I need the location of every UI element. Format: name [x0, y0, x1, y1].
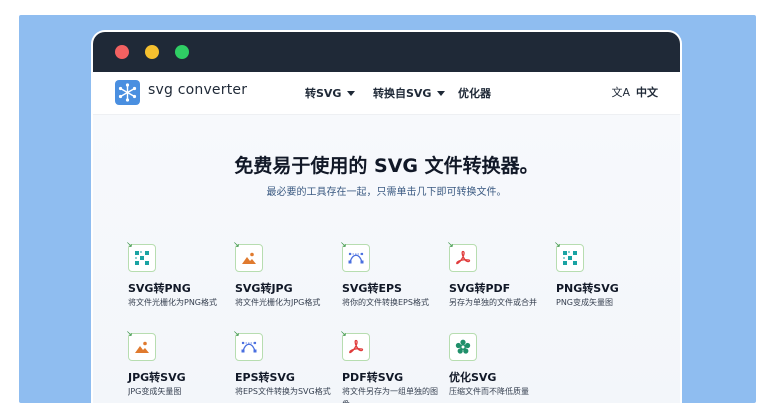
translate-icon: 文A — [611, 86, 630, 99]
nav-optimizer[interactable]: 优化器 — [458, 85, 491, 101]
tool-icon-frame — [449, 333, 477, 361]
flower-icon — [455, 339, 471, 354]
hero-subtitle: 最必要的工具存在一起，只需单击几下即可转换文件。 — [266, 187, 507, 198]
arrow-icon: ↘ — [554, 240, 561, 249]
maximize-window-button[interactable] — [175, 45, 189, 59]
grid-icon — [563, 251, 577, 265]
logo-text[interactable]: svg converter — [148, 82, 247, 98]
tool-card-svg-to-png[interactable]: ↘ SVG转PNG 将文件光栅化为PNG格式 — [126, 240, 233, 314]
tool-card-svg-to-eps[interactable]: ↘ SVG转EPS 将你的文件转换EPS格式 — [340, 240, 447, 314]
tool-description: 压缩文件而不降低质量 — [449, 387, 529, 396]
tool-description: 另存为单独的文件或合并 — [449, 298, 537, 307]
snowflake-icon — [118, 83, 137, 102]
tool-icon-frame: ↘ — [233, 329, 263, 361]
browser-window: svg converter 转SVG 转换自SVG 优化器 文A 中文 免费易于使… — [93, 32, 680, 403]
bezier-icon — [348, 252, 364, 264]
pdf-icon — [349, 339, 364, 354]
top-navbar: svg converter 转SVG 转换自SVG 优化器 文A 中文 — [93, 72, 680, 115]
tool-description: 将文件光栅化为PNG格式 — [128, 298, 218, 307]
arrow-icon: ↘ — [233, 329, 240, 338]
tool-title: PNG转SVG — [556, 282, 619, 295]
tool-title: EPS转SVG — [235, 371, 295, 384]
arrow-icon: ↘ — [340, 329, 347, 338]
nav-to-svg[interactable]: 转SVG — [305, 85, 356, 101]
tool-description: PNG变成矢量图 — [556, 298, 614, 307]
close-window-button[interactable] — [115, 45, 129, 59]
tool-card-png-to-svg[interactable]: ↘ PNG转SVG PNG变成矢量图 — [554, 240, 661, 314]
tool-card-optimize-svg[interactable]: 优化SVG 压缩文件而不降低质量 — [449, 333, 554, 403]
arrow-icon: ↘ — [340, 240, 347, 249]
arrow-icon: ↘ — [233, 240, 240, 249]
tool-card-svg-to-jpg[interactable]: ↘ SVG转JPG 将文件光栅化为JPG格式 — [233, 240, 340, 314]
arrow-icon: ↘ — [447, 240, 454, 249]
tool-icon-frame: ↘ — [340, 329, 370, 361]
tool-icon-frame: ↘ — [126, 240, 156, 272]
tool-card-jpg-to-svg[interactable]: ↘ JPG转SVG JPG变成矢量图 — [126, 329, 233, 403]
language-label: 中文 — [636, 86, 658, 99]
minimize-window-button[interactable] — [145, 45, 159, 59]
tool-card-svg-to-pdf[interactable]: ↘ SVG转PDF 另存为单独的文件或合并 — [447, 240, 554, 314]
nav-from-svg-label: 转换自SVG — [373, 87, 432, 100]
grid-icon — [135, 251, 149, 265]
tool-description: 将EPS文件转换为SVG格式 — [235, 387, 331, 396]
tool-description: 将你的文件转换EPS格式 — [342, 298, 429, 307]
screenshot-canvas: svg converter 转SVG 转换自SVG 优化器 文A 中文 免费易于使… — [0, 0, 768, 418]
tool-title: PDF转SVG — [342, 371, 404, 384]
tool-title: SVG转PDF — [449, 282, 511, 295]
hero-title: 免费易于使用的 SVG 文件转换器。 — [234, 155, 539, 177]
tool-description: 将文件另存为一组单独的图像 — [342, 387, 438, 403]
tool-card-eps-to-svg[interactable]: ↘ EPS转SVG 将EPS文件转换为SVG格式 — [233, 329, 340, 403]
tool-title: SVG转JPG — [235, 282, 293, 295]
tool-icon-frame: ↘ — [233, 240, 263, 272]
tool-icon-frame: ↘ — [554, 240, 584, 272]
window-titlebar — [93, 32, 680, 72]
arrow-icon: ↘ — [126, 329, 133, 338]
tool-title: SVG转EPS — [342, 282, 402, 295]
logo-icon[interactable] — [115, 80, 140, 105]
bezier-icon — [241, 341, 257, 353]
nav-from-svg[interactable]: 转换自SVG — [373, 85, 446, 101]
nav-to-svg-label: 转SVG — [305, 87, 342, 100]
tool-card-pdf-to-svg[interactable]: ↘ PDF转SVG 将文件另存为一组单独的图像 — [340, 329, 447, 404]
tool-icon-frame: ↘ — [126, 329, 156, 361]
language-switcher[interactable]: 文A 中文 — [611, 84, 658, 100]
tool-title: JPG转SVG — [128, 371, 186, 384]
tool-title: SVG转PNG — [128, 282, 191, 295]
main-content: 免费易于使用的 SVG 文件转换器。 最必要的工具存在一起，只需单击几下即可转换… — [93, 115, 680, 403]
arrow-icon: ↘ — [126, 240, 133, 249]
tool-description: JPG变成矢量图 — [128, 387, 182, 396]
tool-icon-frame: ↘ — [340, 240, 370, 272]
tool-icon-frame: ↘ — [447, 240, 477, 272]
chevron-down-icon — [437, 90, 446, 96]
chevron-down-icon — [347, 90, 356, 96]
image-icon — [135, 341, 149, 353]
tool-description: 将文件光栅化为JPG格式 — [235, 298, 321, 307]
pdf-icon — [456, 250, 471, 265]
nav-optimizer-label: 优化器 — [458, 87, 491, 100]
tool-title: 优化SVG — [449, 371, 497, 384]
image-icon — [242, 252, 256, 264]
